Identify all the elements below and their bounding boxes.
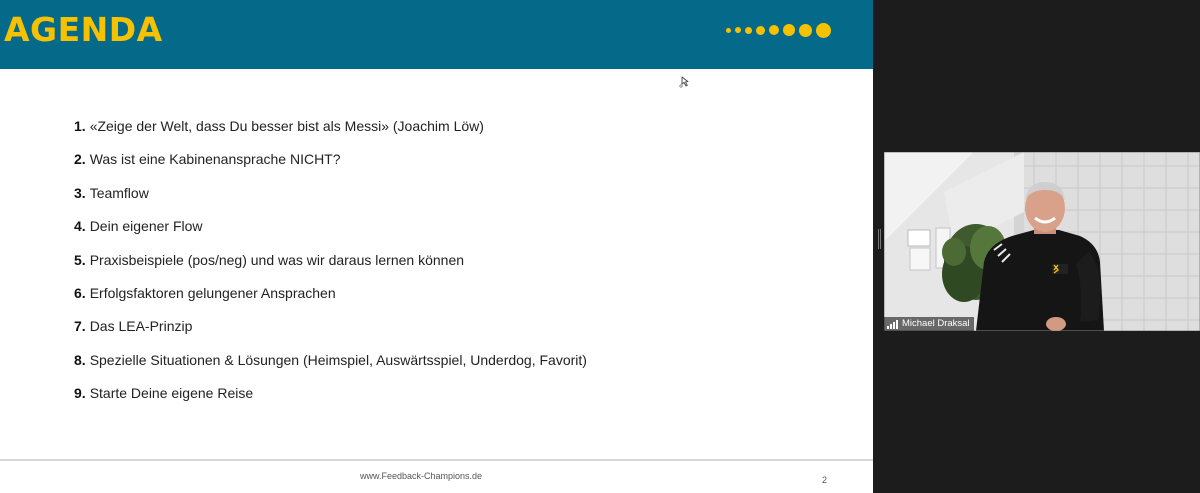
participant-video-tile[interactable]: Michael Draksal — [884, 152, 1200, 331]
agenda-item-number: 7. — [74, 318, 86, 335]
agenda-item-number: 4. — [74, 218, 86, 235]
signal-strength-icon — [887, 319, 898, 329]
agenda-item: 5. Praxisbeispiele (pos/neg) und was wir … — [74, 246, 587, 279]
agenda-item: 8. Spezielle Situationen & Lösungen (Heim… — [74, 346, 587, 379]
agenda-item-text: Erfolgsfaktoren gelungener Ansprachen — [89, 284, 336, 301]
agenda-list: 1. «Zeige der Welt, dass Du besser bist a… — [74, 112, 587, 413]
agenda-item: 9. Starte Deine eigene Reise — [74, 379, 587, 412]
slide-footer-divider — [0, 459, 873, 461]
agenda-item-text: Teamflow — [89, 184, 149, 201]
dot-icon — [756, 25, 765, 35]
agenda-item-text: «Zeige der Welt, dass Du besser bist als… — [89, 118, 484, 134]
agenda-item-text: Starte Deine eigene Reise — [89, 385, 254, 402]
dot-icon — [745, 26, 752, 34]
participant-video-feed — [884, 152, 1200, 331]
agenda-item: 4. Dein eigener Flow — [74, 212, 587, 245]
panel-resize-handle[interactable] — [877, 229, 881, 249]
dot-icon — [726, 27, 731, 33]
agenda-item-text: Was ist eine Kabinenansprache NICHT? — [89, 151, 341, 168]
annotation-cursor-icon — [679, 76, 689, 88]
dot-icon — [783, 24, 795, 36]
agenda-item-number: 1. — [74, 118, 86, 134]
slide-title: AGENDA — [4, 10, 163, 49]
shared-slide[interactable]: AGENDA 1. «Zeige der Welt, dass Du besser… — [0, 0, 873, 493]
agenda-item-text: Das LEA-Prinzip — [89, 318, 193, 335]
participant-name-tag: Michael Draksal — [884, 317, 974, 331]
agenda-item: 1. «Zeige der Welt, dass Du besser bist a… — [74, 112, 587, 145]
dot-icon — [799, 23, 812, 37]
agenda-item: 7. Das LEA-Prinzip — [74, 312, 587, 345]
slide-footer-url: www.Feedback-Champions.de — [360, 471, 483, 481]
agenda-item-number: 5. — [74, 251, 86, 268]
dot-icon — [735, 27, 741, 33]
dot-icon — [769, 25, 779, 35]
agenda-item-number: 6. — [74, 284, 86, 301]
agenda-item-text: Praxisbeispiele (pos/neg) und was wir da… — [89, 251, 465, 268]
slide-header: AGENDA — [0, 0, 873, 69]
agenda-item-number: 9. — [74, 385, 86, 402]
decorative-dots — [726, 22, 831, 38]
slide-page-number: 2 — [822, 475, 828, 485]
agenda-item: 2. Was ist eine Kabinenansprache NICHT? — [74, 145, 587, 178]
meeting-window: AGENDA 1. «Zeige der Welt, dass Du besser… — [0, 0, 1200, 493]
participant-name: Michael Draksal — [902, 318, 970, 329]
agenda-item-text: Dein eigener Flow — [89, 218, 203, 235]
agenda-item-number: 2. — [74, 151, 86, 168]
agenda-item-number: 3. — [74, 184, 86, 201]
agenda-item-number: 8. — [74, 351, 86, 368]
dot-icon — [816, 22, 831, 38]
agenda-item: 6. Erfolgsfaktoren gelungener Ansprachen — [74, 279, 587, 312]
agenda-item: 3. Teamflow — [74, 179, 587, 212]
agenda-item-text: Spezielle Situationen & Lösungen (Heimsp… — [89, 351, 587, 368]
